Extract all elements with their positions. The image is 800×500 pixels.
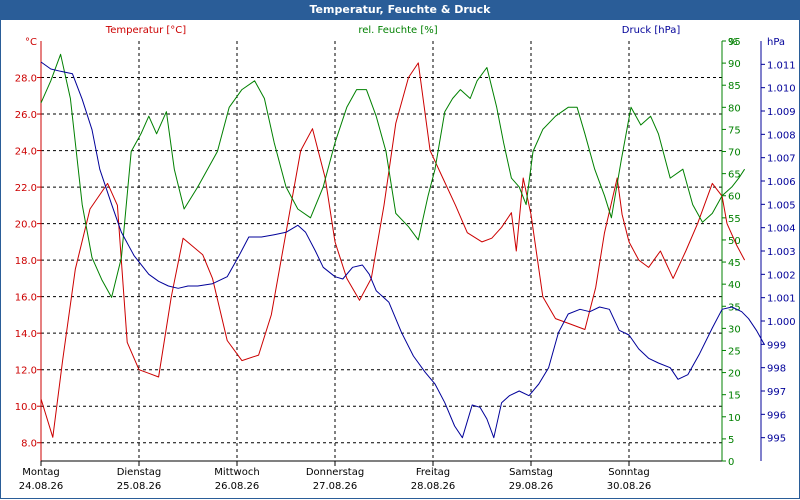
pressure-tick-label: 1.005 (767, 200, 796, 211)
chart-title: Temperatur, Feuchte & Druck (0, 0, 800, 20)
humidity-tick-label: 60 (728, 192, 741, 203)
humidity-tick-label: 0 (728, 457, 734, 468)
humidity-tick-label: 80 (728, 103, 741, 114)
humidity-tick-label: 90 (728, 59, 741, 70)
temperature-tick-label: 12.0 (15, 366, 37, 377)
temperature-tick-label: 10.0 (15, 402, 37, 413)
pressure-tick-label: 996 (767, 410, 786, 421)
humidity-tick-label: 70 (728, 148, 741, 159)
x-tick-day-label: Samstag (509, 467, 553, 478)
humidity-tick-label: 50 (728, 236, 741, 247)
pressure-tick-label: 1.003 (767, 247, 796, 258)
legend-pressure: Druck [hPa] (622, 25, 681, 36)
pressure-tick-label: 998 (767, 364, 786, 375)
pressure-unit-label: hPa (767, 37, 785, 48)
pressure-tick-label: 1.001 (767, 294, 796, 305)
x-tick-day-label: Mittwoch (214, 467, 259, 478)
pressure-tick-label: 1.008 (767, 130, 796, 141)
humidity-tick-label: 20 (728, 369, 741, 380)
pressure-tick-label: 1.010 (767, 84, 796, 95)
chart-frame: 8.0 10.0 12.0 14.0 16.0 18.0 20.0 22.0 24.0 26.0 2… (0, 20, 800, 499)
humidity-tick-label: 55 (728, 214, 741, 225)
humidity-tick-label: 40 (728, 280, 741, 291)
temperature-tick-label: 24.0 (15, 147, 37, 158)
temperature-tick-label: 18.0 (15, 256, 37, 267)
pressure-tick-label: 1.007 (767, 154, 796, 165)
x-tick-day-label: Freitag (416, 467, 450, 478)
pressure-tick-label: 1.000 (767, 317, 796, 328)
x-tick-date-label: 29.08.26 (509, 481, 554, 492)
x-tick-day-label: Montag (22, 467, 59, 478)
temperature-tick-label: 22.0 (15, 183, 37, 194)
x-tick-day-label: Donnerstag (306, 467, 364, 478)
x-tick-date-label: 27.08.26 (313, 481, 358, 492)
pressure-tick-label: 1.002 (767, 270, 796, 281)
pressure-tick-label: 1.006 (767, 177, 796, 188)
legend-temperature: Temperatur [°C] (105, 25, 186, 36)
series-line-temperature (40, 62, 746, 438)
x-tick-day-label: Sonntag (608, 467, 650, 478)
series-line-humidity (40, 53, 746, 298)
humidity-tick-label: 25 (728, 346, 741, 357)
pressure-tick-label: 995 (767, 434, 786, 445)
temperature-tick-label: 26.0 (15, 110, 37, 121)
humidity-tick-label: 75 (728, 125, 741, 136)
x-tick-day-label: Dienstag (117, 467, 162, 478)
humidity-tick-label: 5 (728, 435, 734, 446)
humidity-unit-label: % (728, 37, 738, 48)
temperature-tick-label: 20.0 (15, 220, 37, 231)
humidity-tick-label: 85 (728, 81, 741, 92)
temperature-tick-label: 16.0 (15, 293, 37, 304)
humidity-tick-label: 15 (728, 391, 741, 402)
pressure-tick-label: 1.011 (767, 60, 796, 71)
x-tick-date-label: 25.08.26 (117, 481, 162, 492)
x-tick-date-label: 28.08.26 (411, 481, 456, 492)
pressure-tick-label: 997 (767, 387, 786, 398)
humidity-tick-label: 10 (728, 413, 741, 424)
pressure-tick-label: 999 (767, 340, 786, 351)
x-tick-date-label: 26.08.26 (215, 481, 260, 492)
humidity-tick-label: 65 (728, 170, 741, 181)
legend-humidity: rel. Feuchte [%] (358, 25, 437, 36)
temperature-tick-label: 8.0 (21, 439, 37, 450)
pressure-tick-label: 1.009 (767, 107, 796, 118)
chart-svg: 8.0 10.0 12.0 14.0 16.0 18.0 20.0 22.0 24.0 26.0 2… (15, 25, 796, 492)
humidity-tick-label: 30 (728, 324, 741, 335)
x-tick-date-label: 24.08.26 (19, 481, 64, 492)
temperature-tick-label: 14.0 (15, 329, 37, 340)
temperature-unit-label: °C (25, 37, 37, 48)
pressure-tick-label: 1.004 (767, 224, 796, 235)
humidity-tick-label: 45 (728, 258, 741, 269)
temperature-tick-label: 28.0 (15, 74, 37, 85)
x-tick-date-label: 30.08.26 (607, 481, 652, 492)
